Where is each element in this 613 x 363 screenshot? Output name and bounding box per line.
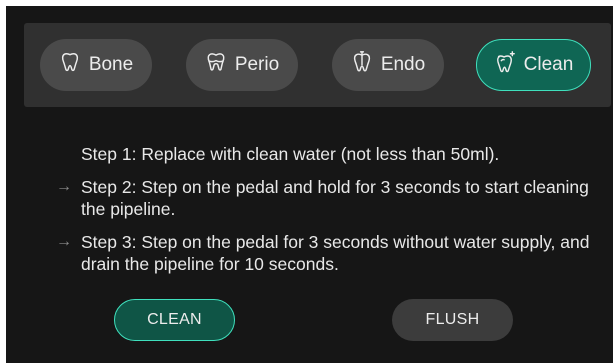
bone-mode-button[interactable]: Bone — [40, 39, 152, 91]
tooth-crown-icon — [205, 51, 227, 79]
tooth-sparkle-icon — [494, 51, 516, 79]
perio-mode-button[interactable]: Perio — [186, 39, 298, 91]
tooth-icon — [59, 51, 81, 79]
endo-mode-label: Endo — [380, 54, 426, 75]
arrow-right-icon: → — [56, 178, 72, 195]
step-text: Step 3: Step on the pedal for 3 seconds … — [81, 232, 590, 274]
device-screen: Bone Perio Endo Clean Step 1: Replace wi… — [6, 6, 613, 363]
perio-mode-label: Perio — [234, 54, 280, 75]
flush-button[interactable]: FLUSH — [392, 299, 513, 341]
endo-mode-button[interactable]: Endo — [332, 39, 444, 91]
clean-button[interactable]: CLEAN — [114, 299, 235, 341]
arrow-right-icon: → — [56, 233, 72, 250]
bone-mode-label: Bone — [88, 54, 134, 75]
clean-mode-button[interactable]: Clean — [476, 39, 591, 91]
mode-selector-bar: Bone Perio Endo Clean — [24, 23, 611, 107]
clean-mode-label: Clean — [523, 54, 574, 75]
step-text: Step 1: Replace with clean water (not le… — [81, 144, 500, 164]
step-text: Step 2: Step on the pedal and hold for 3… — [81, 177, 589, 219]
tooth-root-canal-icon — [351, 51, 373, 79]
